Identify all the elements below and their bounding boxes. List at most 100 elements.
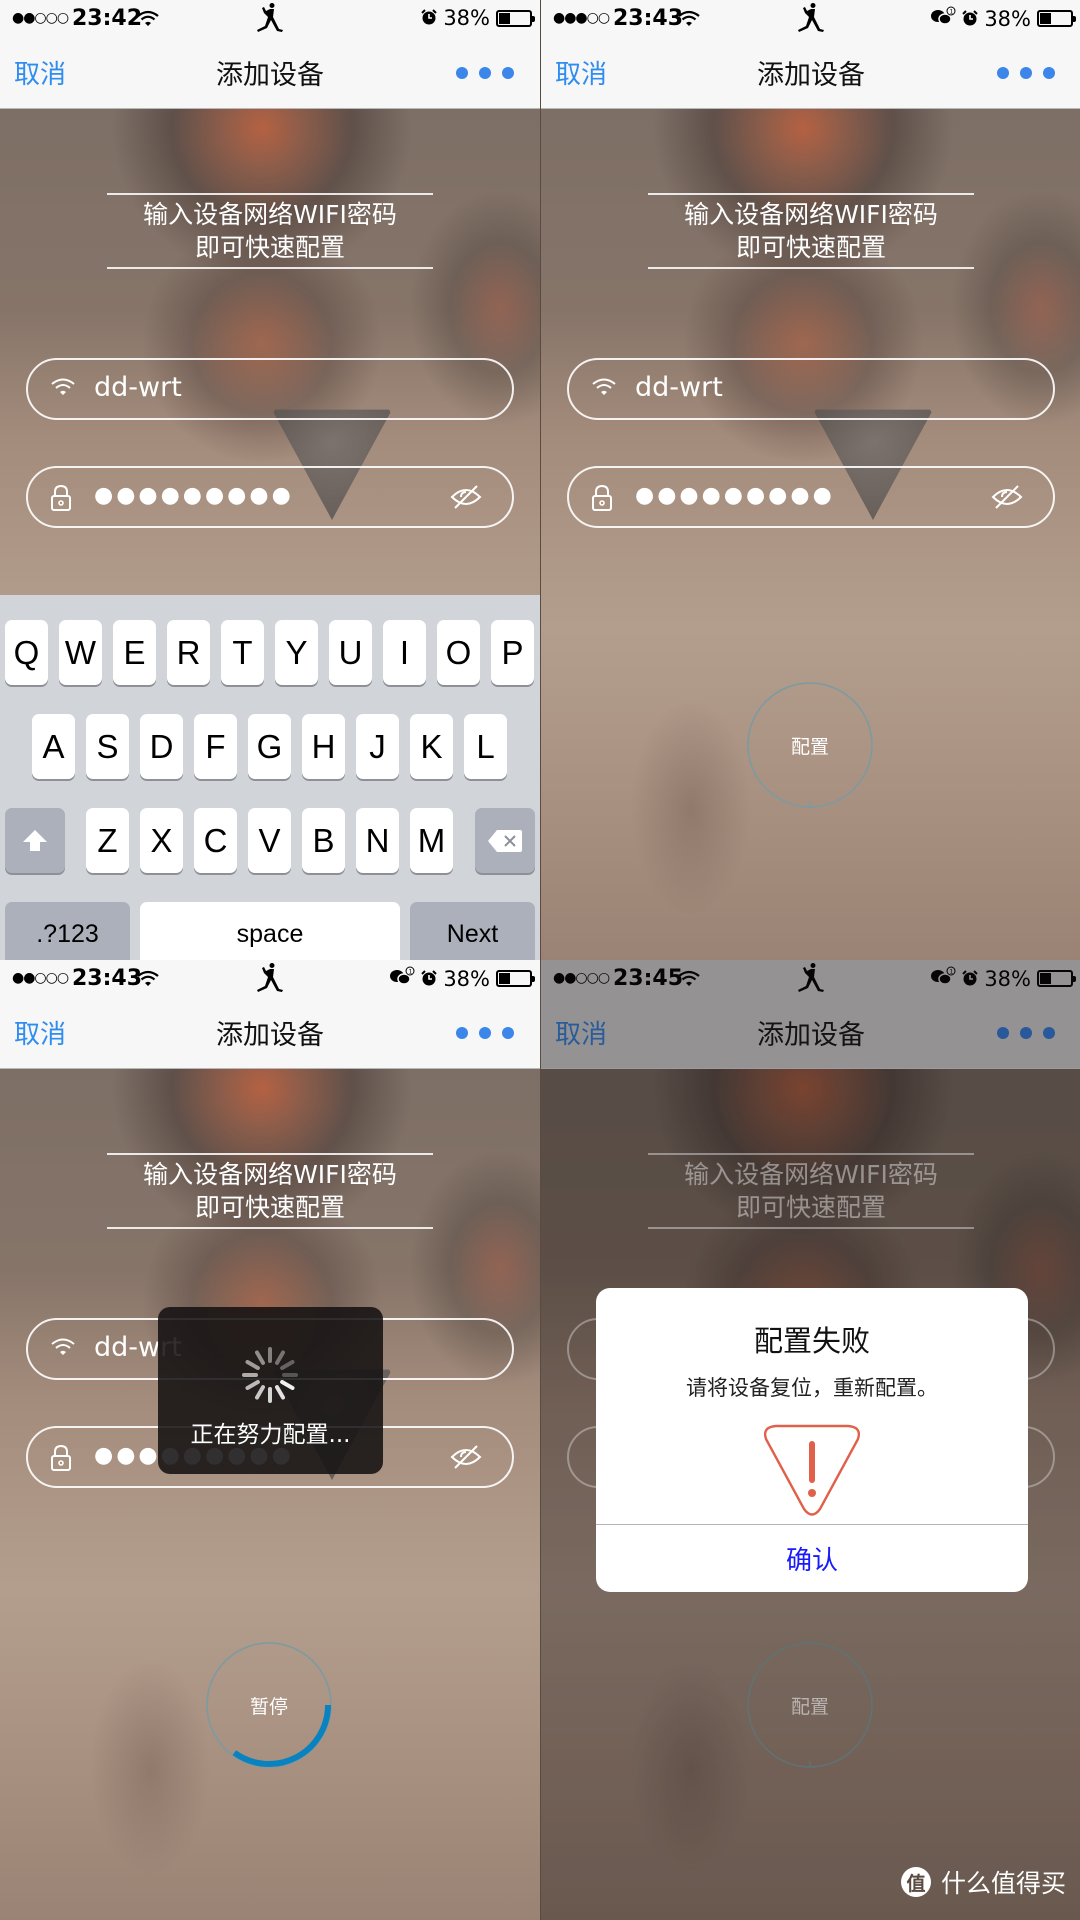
toggle-visibility-icon[interactable] [450, 484, 482, 514]
lock-icon [50, 484, 72, 516]
battery-percent: 38% [984, 6, 1031, 31]
signal-strength: ●●●○○ [553, 10, 610, 26]
key-w[interactable]: W [59, 620, 102, 685]
wifi-icon [678, 8, 700, 32]
spinner-segment [255, 1385, 265, 1400]
ssid-value: dd-wrt [635, 372, 723, 403]
battery-icon [496, 970, 535, 987]
key-r[interactable]: R [167, 620, 210, 685]
more-button[interactable] [456, 67, 514, 79]
watermark: 值 什么值得买 [900, 1864, 1066, 1900]
wifi-ssid-field[interactable]: dd-wrt [567, 358, 1055, 420]
key-a[interactable]: A [32, 714, 75, 779]
dialog-message: 请将设备复位，重新配置。 [686, 1376, 938, 1400]
more-dot-icon [479, 67, 491, 79]
screen-3-configuring: ●●○○○ 23:43 1 38% 取消 添加设备 输入设备网络WIFI密码 即… [0, 960, 540, 1920]
key-h[interactable]: H [302, 714, 345, 779]
wifi-password-field[interactable]: ●●●●●●●●● [567, 466, 1055, 528]
wifi-icon [50, 376, 76, 402]
status-bar: ●●○○○ 23:43 1 38% [0, 960, 540, 996]
instruction-line-1: 输入设备网络WIFI密码 [143, 200, 397, 229]
status-time: 23:43 [72, 966, 143, 991]
pause-button[interactable]: 暂停 [205, 1641, 333, 1769]
wifi-icon [50, 1336, 76, 1362]
space-key[interactable]: space [140, 902, 400, 960]
battery-fill [499, 973, 510, 984]
instruction-line-2: 即可快速配置 [194, 1193, 345, 1222]
spinner-icon [242, 1347, 298, 1403]
status-bar: ●●●○○ 23:43 1 38% [541, 0, 1080, 36]
battery-percent: 38% [443, 966, 490, 991]
config-button[interactable]: 配置 [746, 681, 874, 809]
status-time: 23:42 [72, 6, 143, 31]
key-s[interactable]: S [86, 714, 129, 779]
next-key[interactable]: Next [410, 902, 535, 960]
battery-icon [1037, 10, 1076, 27]
instruction-text: 输入设备网络WIFI密码 即可快速配置 [107, 1153, 433, 1229]
key-n[interactable]: N [356, 808, 399, 873]
svg-text:1: 1 [950, 9, 954, 16]
key-c[interactable]: C [194, 808, 237, 873]
instruction-text: 输入设备网络WIFI密码 即可快速配置 [107, 193, 433, 269]
key-b[interactable]: B [302, 808, 345, 873]
key-p[interactable]: P [491, 620, 534, 685]
config-failed-dialog: 配置失败 请将设备复位，重新配置。 确认 [596, 1288, 1028, 1592]
password-value: ●●●●●●●●● [94, 483, 294, 508]
instruction-line-2: 即可快速配置 [735, 233, 886, 262]
backspace-key[interactable] [475, 808, 535, 873]
loading-hud: 正在努力配置... [158, 1307, 383, 1474]
ssid-value: dd-wrt [94, 372, 182, 403]
status-bar: ●●○○○ 23:42 38% [0, 0, 540, 36]
spinner-segment [280, 1380, 295, 1390]
alarm-icon [421, 6, 438, 30]
key-m[interactable]: M [410, 808, 453, 873]
wifi-password-field[interactable]: ●●●●●●●●● [26, 466, 514, 528]
key-x[interactable]: X [140, 808, 183, 873]
warning-icon [763, 1424, 861, 1516]
toggle-visibility-icon[interactable] [991, 484, 1023, 514]
password-value: ●●●●●●●●● [635, 483, 835, 508]
nav-bar: 取消 添加设备 [0, 996, 540, 1069]
key-q[interactable]: Q [5, 620, 48, 685]
shift-key[interactable] [5, 808, 65, 873]
nav-bar: 取消 添加设备 [541, 36, 1080, 109]
key-l[interactable]: L [464, 714, 507, 779]
key-u[interactable]: U [329, 620, 372, 685]
more-button[interactable] [456, 1027, 514, 1039]
wechat-notification-icon: 1 [389, 966, 415, 991]
key-d[interactable]: D [140, 714, 183, 779]
key-f[interactable]: F [194, 714, 237, 779]
more-dot-icon [456, 67, 468, 79]
more-button[interactable] [997, 67, 1055, 79]
watermark-text: 什么值得买 [940, 1869, 1066, 1898]
key-j[interactable]: J [356, 714, 399, 779]
toggle-visibility-icon[interactable] [450, 1444, 482, 1474]
nav-bar: 取消 添加设备 [0, 36, 540, 109]
jumpman-logo-icon [253, 962, 287, 999]
key-t[interactable]: T [221, 620, 264, 685]
wifi-icon [137, 968, 159, 992]
key-k[interactable]: K [410, 714, 453, 779]
lock-icon [591, 484, 613, 516]
battery-percent: 38% [443, 6, 490, 30]
confirm-button[interactable]: 确认 [596, 1525, 1028, 1592]
key-y[interactable]: Y [275, 620, 318, 685]
key-g[interactable]: G [248, 714, 291, 779]
instruction-line-1: 输入设备网络WIFI密码 [684, 200, 938, 229]
key-v[interactable]: V [248, 808, 291, 873]
key-i[interactable]: I [383, 620, 426, 685]
screen-1-keyboard: ●●○○○ 23:42 38% 取消 添加设备 输入设备网络WIFI密码 即可快… [0, 0, 540, 960]
signal-strength: ●●○○○ [12, 970, 69, 986]
key-o[interactable]: O [437, 620, 480, 685]
wifi-ssid-field[interactable]: dd-wrt [26, 358, 514, 420]
alarm-icon [962, 7, 979, 31]
numbers-key[interactable]: .?123 [5, 902, 130, 960]
backspace-icon [488, 829, 522, 852]
key-z[interactable]: Z [86, 808, 129, 873]
battery-fill [499, 12, 510, 24]
spinner-segment [275, 1385, 285, 1400]
dialog-title: 配置失败 [753, 1324, 870, 1358]
jumpman-logo-icon [253, 2, 287, 39]
key-e[interactable]: E [113, 620, 156, 685]
battery-icon [496, 9, 535, 27]
